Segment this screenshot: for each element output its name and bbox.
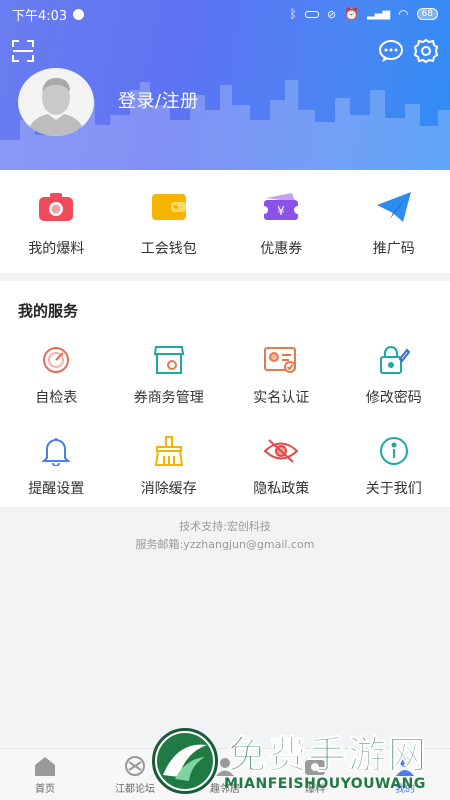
site-watermark: 免费手游网 MIANFEISHOUYOUWANG xyxy=(152,724,448,798)
notification-icon xyxy=(73,8,85,20)
lock-edit-icon xyxy=(377,344,411,376)
service-about-us[interactable]: 关于我们 xyxy=(338,435,450,498)
scan-button[interactable] xyxy=(10,38,36,64)
store-icon xyxy=(152,344,186,376)
service-self-check[interactable]: 自检表 xyxy=(0,344,113,407)
svg-text:¥: ¥ xyxy=(277,204,285,218)
signal-icon: ▂▄▆ xyxy=(366,8,391,20)
quick-actions-panel: 我的爆料 工会钱包 ¥ 优惠券 推广码 xyxy=(0,170,450,273)
quick-item-union-wallet[interactable]: 工会钱包 xyxy=(113,170,226,273)
dnd-icon: ⊘ xyxy=(326,7,337,21)
quick-item-label: 我的爆料 xyxy=(28,241,85,257)
camera-icon xyxy=(36,190,76,224)
service-reminder-settings[interactable]: 提醒设置 xyxy=(0,435,113,498)
service-label: 提醒设置 xyxy=(28,481,85,497)
quick-item-my-reports[interactable]: 我的爆料 xyxy=(0,170,113,273)
status-bar: 下午4:03 ᛒ ⊘ ⏰ ▂▄▆ ◠ 68 xyxy=(0,0,450,28)
gear-icon xyxy=(413,38,439,64)
service-label: 券商务管理 xyxy=(133,390,204,406)
footer-info: 技术支持:宏创科技 服务邮箱:yzzhangjun@gmail.com xyxy=(0,518,450,554)
scan-icon xyxy=(12,40,34,62)
service-merchant-management[interactable]: 券商务管理 xyxy=(113,344,226,407)
service-label: 实名认证 xyxy=(253,390,310,406)
watermark-logo xyxy=(152,728,218,794)
home-icon xyxy=(33,755,57,777)
quick-item-promo-code[interactable]: 推广码 xyxy=(338,170,450,273)
service-email-text: 服务邮箱:yzzhangjun@gmail.com xyxy=(135,538,315,551)
service-privacy-policy[interactable]: 隐私政策 xyxy=(225,435,338,498)
service-label: 修改密码 xyxy=(365,390,422,406)
wifi-icon: ◠ xyxy=(398,7,409,21)
watermark-title: 免费手游网 xyxy=(227,733,429,778)
profile-header: 下午4:03 ᛒ ⊘ ⏰ ▂▄▆ ◠ 68 登录/注册 xyxy=(0,0,450,170)
services-row: 提醒设置 消除缓存 隐私政策 关于我们 xyxy=(0,435,450,498)
service-change-password[interactable]: 修改密码 xyxy=(338,344,450,407)
quick-item-coupons[interactable]: ¥ 优惠券 xyxy=(225,170,338,273)
quick-item-label: 工会钱包 xyxy=(140,241,197,257)
message-icon xyxy=(379,40,403,62)
login-register-link[interactable]: 登录/注册 xyxy=(118,87,199,113)
id-card-icon xyxy=(264,344,298,376)
service-clear-cache[interactable]: 消除缓存 xyxy=(113,435,226,498)
services-row: 自检表 券商务管理 实名认证 修改密码 xyxy=(0,344,450,407)
coupon-icon: ¥ xyxy=(261,190,301,224)
service-real-name-auth[interactable]: 实名认证 xyxy=(225,344,338,407)
service-label: 关于我们 xyxy=(365,481,422,497)
alarm-icon: ⏰ xyxy=(344,7,359,21)
tech-support-text: 技术支持:宏创科技 xyxy=(179,520,271,533)
wallet-icon xyxy=(149,190,189,224)
quick-item-label: 推广码 xyxy=(372,241,415,257)
service-label: 隐私政策 xyxy=(253,481,310,497)
gauge-icon xyxy=(39,344,73,376)
bluetooth-icon: ᛒ xyxy=(289,7,297,21)
settings-button[interactable] xyxy=(412,37,440,65)
vibrate-icon xyxy=(304,10,319,18)
nav-label: 江都论坛 xyxy=(115,784,155,795)
service-label: 消除缓存 xyxy=(140,481,197,497)
default-avatar-icon xyxy=(26,78,86,136)
bell-icon xyxy=(39,435,73,467)
forum-icon xyxy=(123,755,147,777)
service-label: 自检表 xyxy=(35,390,78,406)
avatar[interactable] xyxy=(18,68,94,136)
info-icon xyxy=(377,435,411,467)
quick-item-label: 优惠券 xyxy=(260,241,303,257)
battery-indicator: 68 xyxy=(416,8,438,20)
services-title: 我的服务 xyxy=(18,302,79,320)
my-services-panel: 我的服务 自检表 券商务管理 实名认证 修改密码 提醒设置 消除缓存 隐私政策 … xyxy=(0,281,450,507)
eye-off-icon xyxy=(264,435,299,467)
watermark-subtitle: MIANFEISHOUYOUWANG xyxy=(224,776,426,792)
nav-label: 首页 xyxy=(35,784,55,795)
broom-icon xyxy=(152,435,186,467)
status-time: 下午4:03 xyxy=(12,8,68,24)
paper-plane-icon xyxy=(374,190,414,224)
nav-home[interactable]: 首页 xyxy=(0,749,90,800)
message-button[interactable] xyxy=(377,38,405,64)
